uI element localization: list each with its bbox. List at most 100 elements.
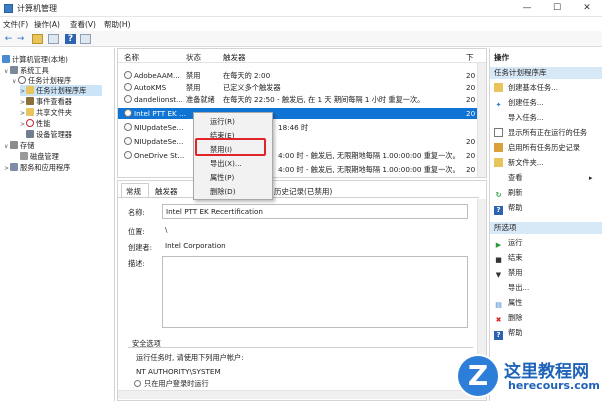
help-icon[interactable]: ? bbox=[65, 34, 76, 44]
performance-icon bbox=[26, 119, 34, 127]
actions-section-selected[interactable]: 所选项 bbox=[490, 222, 602, 234]
action-view[interactable]: 查看 ▸ bbox=[494, 172, 593, 184]
task-row[interactable]: AutoKMS 禁用 已定义多个触发器 20 bbox=[118, 82, 486, 93]
task-row[interactable]: NIUpdateSe... 20 bbox=[118, 136, 486, 147]
task-list: 名称 状态 触发器 下 AdobeAAM... 禁用 在每天的 2:00 20 … bbox=[117, 48, 487, 178]
author-label: 创建者: bbox=[128, 243, 152, 252]
clock-icon bbox=[18, 76, 26, 84]
tree-item-device-manager[interactable]: 设备管理器 bbox=[26, 129, 72, 140]
console-tree: 计算机管理(本地) ∨ 系统工具 ∨ 任务计划程序 > 任务计划程序库 > 事件查看器 … bbox=[0, 48, 115, 401]
menu-item-run[interactable]: 运行(R) bbox=[196, 116, 272, 128]
menu-item-delete[interactable]: 删除(D) bbox=[196, 186, 272, 198]
action-create-basic-task[interactable]: 创建基本任务... bbox=[494, 82, 558, 94]
minimize-button[interactable]: — bbox=[512, 0, 542, 17]
task-row[interactable]: AdobeAAM... 禁用 在每天的 2:00 20 bbox=[118, 70, 486, 81]
watermark-url: herecours.com bbox=[508, 379, 600, 392]
task-details-pane: 常规 触发器 历史记录(已禁用) 名称: Intel PTT EK Recert… bbox=[117, 180, 487, 401]
tools-icon bbox=[10, 66, 18, 74]
location-label: 位置: bbox=[128, 227, 145, 236]
run-icon: ▶ bbox=[495, 241, 502, 249]
tree-item-performance[interactable]: > 性能 bbox=[20, 118, 50, 129]
action-create-task[interactable]: ✦ 创建任务... bbox=[494, 97, 544, 109]
action-end[interactable]: ■ 结束 bbox=[494, 252, 522, 264]
tree-item-task-scheduler-library[interactable]: > 任务计划程序库 bbox=[20, 85, 102, 96]
task-list-scrollbar[interactable] bbox=[477, 63, 486, 177]
location-value: \ bbox=[165, 225, 168, 234]
description-field[interactable] bbox=[162, 256, 468, 328]
event-viewer-icon bbox=[26, 97, 34, 105]
logon-option-radio[interactable]: 只在用户登录时运行 bbox=[134, 379, 209, 389]
tree-item-shared-folders[interactable]: > 共享文件夹 bbox=[20, 107, 72, 118]
task-row-selected[interactable]: Intel PTT EK ... 20 bbox=[118, 108, 486, 119]
tab-divider bbox=[118, 197, 479, 198]
close-button[interactable]: ✕ bbox=[572, 0, 602, 17]
tree-item-disk-management[interactable]: 磁盘管理 bbox=[20, 151, 59, 162]
task-row[interactable]: dandelionst... 准备就绪 在每天的 22:50 - 触发后, 在 … bbox=[118, 94, 486, 105]
action-help-selected[interactable]: ? 帮助 bbox=[494, 327, 522, 340]
action-export[interactable]: 导出... bbox=[494, 282, 529, 294]
column-header-next-run[interactable]: 下 bbox=[466, 52, 474, 63]
column-header-status[interactable]: 状态 bbox=[186, 52, 201, 63]
help-icon: ? bbox=[494, 206, 503, 215]
action-delete[interactable]: ✖ 删除 bbox=[494, 312, 523, 324]
refresh-icon: ↻ bbox=[495, 191, 502, 199]
tree-item-services-apps[interactable]: > 服务和应用程序 bbox=[4, 162, 70, 173]
folder-up-icon[interactable] bbox=[32, 34, 43, 44]
create-basic-task-icon bbox=[494, 83, 503, 92]
menu-item-properties[interactable]: 属性(P) bbox=[196, 172, 272, 184]
tree-item-computer-management[interactable]: 计算机管理(本地) bbox=[2, 54, 68, 65]
delete-icon: ✖ bbox=[495, 316, 502, 324]
task-row[interactable]: NIUpdateSe... 18:46 时 bbox=[118, 122, 486, 133]
author-value: Intel Corporation bbox=[165, 241, 226, 250]
services-icon bbox=[10, 163, 18, 171]
column-header-trigger[interactable]: 触发器 bbox=[223, 52, 246, 63]
disable-highlight-box bbox=[195, 138, 266, 156]
show-hide-tree-icon[interactable] bbox=[48, 34, 59, 44]
action-disable[interactable]: ▼ 禁用 bbox=[494, 267, 523, 279]
tab-triggers[interactable]: 触发器 bbox=[155, 186, 178, 197]
maximize-button[interactable]: ☐ bbox=[542, 0, 572, 17]
menu-help[interactable]: 帮助(H) bbox=[104, 19, 131, 30]
history-icon bbox=[494, 143, 503, 152]
security-divider bbox=[128, 347, 473, 348]
menu-item-export[interactable]: 导出(X)... bbox=[196, 158, 272, 170]
task-row[interactable]: 4:00 时 - 触发后, 无限期地每隔 1.00:00:00 重复一次。 20 bbox=[118, 164, 486, 175]
clock-icon bbox=[124, 71, 132, 79]
action-refresh[interactable]: ↻ 刷新 bbox=[494, 187, 523, 199]
tree-item-event-viewer[interactable]: > 事件查看器 bbox=[20, 96, 72, 107]
action-run[interactable]: ▶ 运行 bbox=[494, 237, 523, 249]
menu-view[interactable]: 查看(V) bbox=[70, 19, 96, 30]
folder-icon bbox=[26, 86, 34, 94]
actions-section-library[interactable]: 任务计划程序库 bbox=[490, 67, 602, 79]
properties-icon[interactable] bbox=[80, 34, 91, 44]
storage-icon bbox=[10, 141, 18, 149]
task-row[interactable]: OneDrive St... 4:00 时 - 触发后, 无限期地每隔 1.00… bbox=[118, 150, 486, 161]
computer-icon bbox=[2, 55, 10, 63]
tab-general[interactable]: 常规 bbox=[126, 186, 141, 197]
context-menu: 运行(R) 结束(E) 禁用(I) 导出(X)... 属性(P) 删除(D) bbox=[193, 112, 273, 200]
tree-item-storage[interactable]: ∨ 存储 bbox=[4, 140, 34, 151]
column-header-name[interactable]: 名称 bbox=[124, 52, 139, 63]
action-help[interactable]: ? 帮助 bbox=[494, 202, 522, 215]
action-new-folder[interactable]: 新文件夹... bbox=[494, 157, 544, 169]
task-name-field[interactable]: Intel PTT EK Recertification bbox=[162, 204, 468, 219]
back-icon[interactable]: ← bbox=[3, 34, 14, 44]
tab-history[interactable]: 历史记录(已禁用) bbox=[274, 186, 332, 197]
actions-header: 操作 bbox=[490, 52, 602, 64]
action-import-task[interactable]: 导入任务... bbox=[494, 112, 544, 124]
name-label: 名称: bbox=[128, 208, 145, 217]
clock-icon bbox=[124, 151, 132, 159]
menu-file[interactable]: 文件(F) bbox=[3, 19, 28, 30]
action-show-running[interactable]: 显示所有正在运行的任务 bbox=[494, 127, 587, 139]
clock-icon bbox=[124, 137, 132, 145]
menu-action[interactable]: 操作(A) bbox=[34, 19, 60, 30]
computer-management-icon bbox=[4, 4, 13, 13]
new-folder-icon bbox=[494, 158, 503, 167]
details-horizontal-scrollbar[interactable] bbox=[118, 390, 486, 399]
action-properties[interactable]: ▤ 属性 bbox=[494, 297, 522, 309]
action-enable-history[interactable]: 启用所有任务历史记录 bbox=[494, 142, 580, 154]
menu-bar: 文件(F) 操作(A) 查看(V) 帮助(H) bbox=[0, 17, 602, 31]
create-task-icon: ✦ bbox=[495, 101, 502, 109]
view-icon bbox=[494, 173, 503, 182]
forward-icon[interactable]: → bbox=[15, 34, 26, 44]
